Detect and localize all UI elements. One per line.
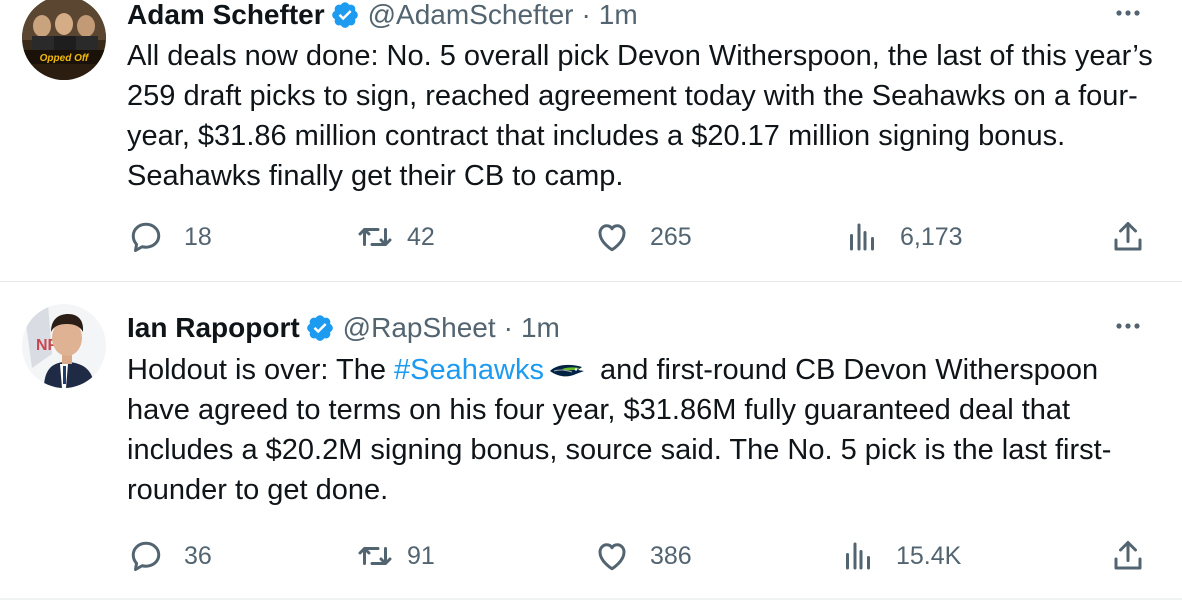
tweet-actions: 18 42 265 6,173 bbox=[0, 217, 1182, 257]
reply-count: 18 bbox=[184, 222, 212, 251]
repost-button[interactable]: 42 bbox=[357, 217, 435, 257]
tweet-ian-rapoport[interactable]: NF Ian Rapoport @RapSheet · 1m Holdout i… bbox=[0, 282, 1182, 600]
more-options-icon[interactable] bbox=[1112, 310, 1144, 342]
tweet-text: All deals now done: No. 5 overall pick D… bbox=[127, 40, 1153, 192]
like-count: 265 bbox=[650, 222, 692, 251]
author-handle[interactable]: @AdamSchefter bbox=[368, 0, 574, 31]
tweet-text: Holdout is over: The #Seahawks and first… bbox=[127, 350, 1167, 510]
like-icon bbox=[598, 543, 626, 571]
author-name[interactable]: Ian Rapoport bbox=[127, 312, 300, 344]
views-count: 6,173 bbox=[900, 222, 963, 251]
avatar-ian-rapoport[interactable]: NF bbox=[22, 304, 106, 388]
text-before-hashtag: Holdout is over: The bbox=[127, 354, 395, 386]
like-button[interactable]: 386 bbox=[594, 536, 692, 576]
views-button[interactable]: 15.4K bbox=[840, 536, 961, 576]
timestamp[interactable]: 1m bbox=[599, 0, 638, 31]
views-count: 15.4K bbox=[896, 541, 962, 570]
share-icon bbox=[1114, 222, 1142, 251]
tweet-header: Ian Rapoport @RapSheet · 1m bbox=[127, 308, 560, 348]
repost-count: 91 bbox=[407, 541, 435, 570]
like-icon bbox=[598, 224, 626, 252]
author-handle[interactable]: @RapSheet bbox=[343, 312, 496, 344]
separator-dot: · bbox=[581, 0, 591, 30]
hashtag-link[interactable]: #Seahawks bbox=[394, 354, 544, 386]
reply-icon bbox=[131, 222, 161, 252]
timestamp[interactable]: 1m bbox=[521, 312, 560, 344]
reply-icon bbox=[131, 541, 161, 571]
views-icon bbox=[846, 542, 870, 570]
views-button[interactable]: 6,173 bbox=[844, 217, 963, 257]
tweet-actions: 36 91 386 15.4K bbox=[0, 536, 1182, 576]
reply-button[interactable]: 36 bbox=[128, 536, 212, 576]
reply-count: 36 bbox=[184, 541, 212, 570]
views-icon bbox=[850, 223, 874, 251]
share-icon bbox=[1114, 541, 1142, 570]
reply-button[interactable]: 18 bbox=[128, 217, 212, 257]
seahawks-hashflag-icon bbox=[549, 365, 584, 377]
repost-icon bbox=[358, 228, 392, 246]
verified-badge-icon bbox=[331, 2, 358, 28]
more-options-icon[interactable] bbox=[1112, 0, 1144, 29]
repost-icon bbox=[358, 547, 392, 565]
like-button[interactable]: 265 bbox=[594, 217, 692, 257]
like-count: 386 bbox=[650, 541, 692, 570]
verified-badge-icon bbox=[306, 315, 333, 341]
share-button[interactable] bbox=[1110, 536, 1146, 576]
avatar-adam-schefter[interactable]: Opped Off bbox=[22, 0, 106, 80]
repost-count: 42 bbox=[407, 222, 435, 251]
author-name[interactable]: Adam Schefter bbox=[127, 0, 325, 31]
tweet-header: Adam Schefter @AdamSchefter · 1m bbox=[127, 0, 638, 35]
tweet-adam-schefter[interactable]: Opped Off Adam Schefter @AdamSchefter · … bbox=[0, 0, 1182, 281]
svg-text:Opped Off: Opped Off bbox=[40, 53, 90, 64]
repost-button[interactable]: 91 bbox=[357, 536, 435, 576]
share-button[interactable] bbox=[1110, 217, 1146, 257]
separator-dot: · bbox=[503, 312, 513, 343]
